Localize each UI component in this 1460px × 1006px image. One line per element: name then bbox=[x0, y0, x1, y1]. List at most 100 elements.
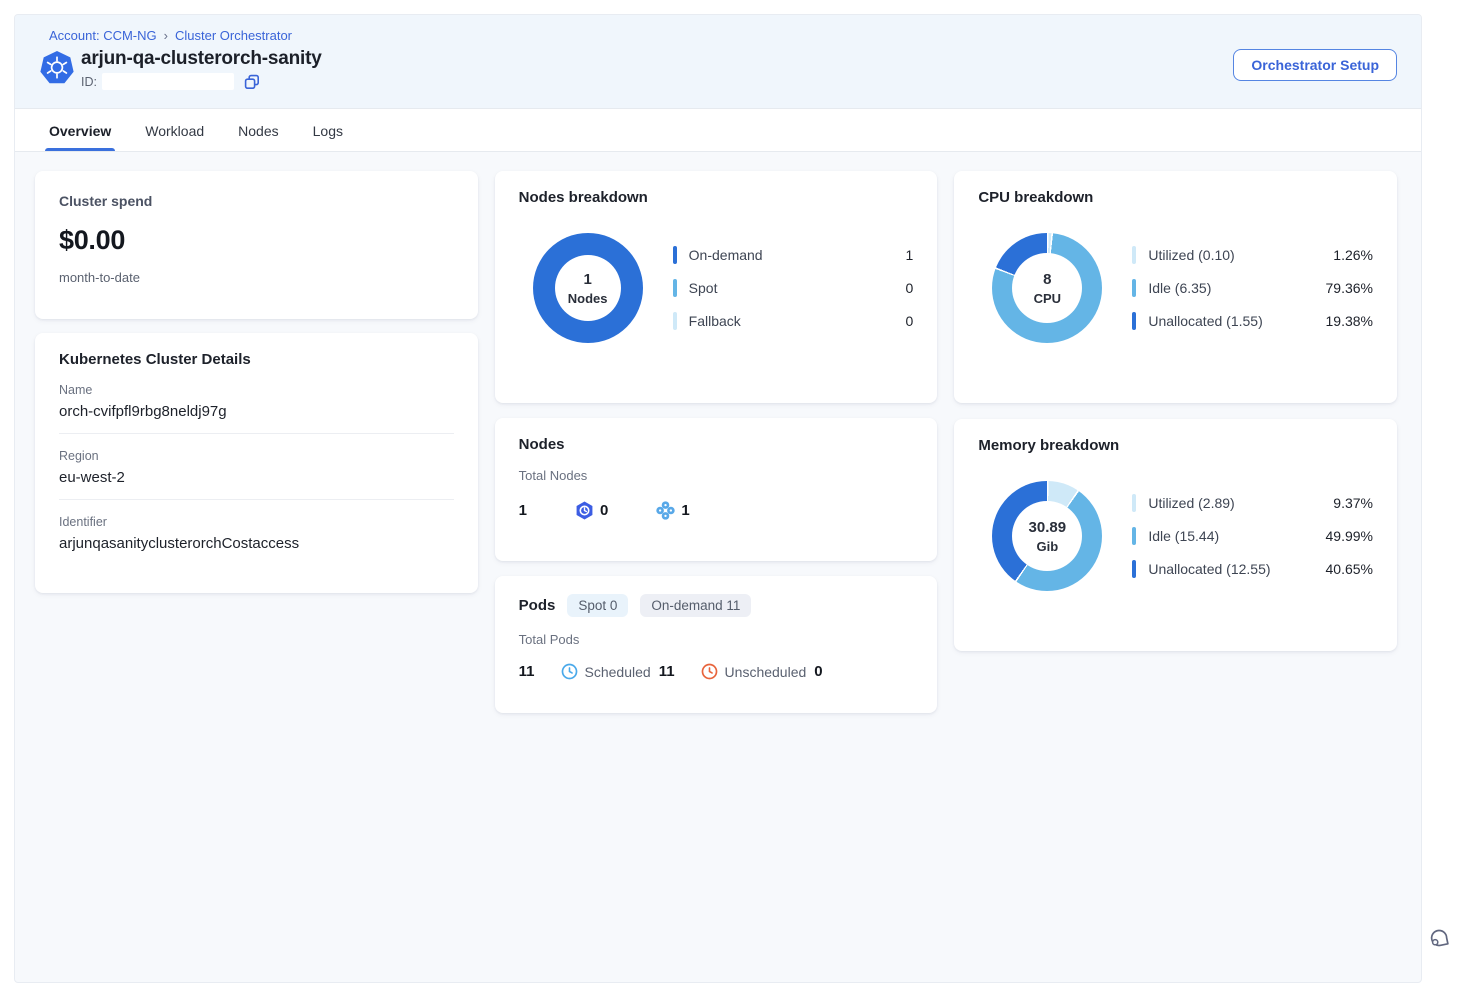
cluster-id-value bbox=[102, 73, 234, 90]
cpu-donut-center-value: 8 bbox=[1043, 271, 1051, 288]
cluster-spend-period: month-to-date bbox=[59, 270, 454, 285]
copy-id-button[interactable] bbox=[244, 74, 260, 90]
memory-breakdown-card: Memory breakdown 30.89 Gib Utilized (2.8… bbox=[954, 419, 1397, 651]
legend-value: 9.37% bbox=[1333, 495, 1373, 511]
tab-bar: Overview Workload Nodes Logs bbox=[15, 108, 1421, 152]
on-demand-nodes-value: 1 bbox=[681, 502, 689, 519]
nodes-donut-chart: 1 Nodes bbox=[533, 233, 643, 343]
nodes-card: Nodes Total Nodes 1 0 bbox=[495, 418, 938, 561]
nodes-card-title: Nodes bbox=[519, 436, 914, 453]
legend-label: Utilized (0.10) bbox=[1148, 247, 1234, 263]
memory-breakdown-title: Memory breakdown bbox=[978, 437, 1373, 454]
idle-marker bbox=[1132, 279, 1136, 297]
tab-overview[interactable]: Overview bbox=[49, 109, 111, 151]
legend-row-on-demand: On-demand 1 bbox=[673, 243, 914, 267]
legend-label: Idle (6.35) bbox=[1148, 280, 1211, 296]
breadcrumb-separator: › bbox=[164, 28, 168, 43]
spot-marker bbox=[673, 279, 677, 297]
spot-nodes-count: 0 bbox=[575, 501, 608, 520]
legend-label: Idle (15.44) bbox=[1148, 528, 1219, 544]
total-nodes-value: 1 bbox=[519, 502, 527, 519]
nodes-breakdown-card: Nodes breakdown 1 Nodes On-demand 1 bbox=[495, 171, 938, 403]
legend-value: 40.65% bbox=[1326, 561, 1373, 577]
tab-nodes[interactable]: Nodes bbox=[238, 109, 278, 151]
idle-marker bbox=[1132, 527, 1136, 545]
nodes-donut-center-value: 1 bbox=[583, 271, 591, 288]
legend-label: On-demand bbox=[689, 247, 763, 263]
cluster-name-value: orch-cvifpfl9rbg8neldj97g bbox=[59, 403, 454, 420]
legend-row-spot: Spot 0 bbox=[673, 276, 914, 300]
memory-donut-center-label: Gib bbox=[1036, 539, 1058, 554]
breadcrumb-account-link[interactable]: Account: CCM-NG bbox=[49, 28, 157, 43]
legend-label: Unallocated (12.55) bbox=[1148, 561, 1270, 577]
cluster-spend-amount: $0.00 bbox=[59, 225, 454, 256]
scheduled-clock-icon bbox=[561, 663, 578, 680]
legend-label: Fallback bbox=[689, 313, 741, 329]
total-nodes-label: Total Nodes bbox=[519, 468, 914, 483]
legend-value: 19.38% bbox=[1326, 313, 1373, 329]
legend-label: Spot bbox=[689, 280, 718, 296]
on-demand-node-icon bbox=[656, 501, 675, 520]
unscheduled-label: Unscheduled bbox=[725, 664, 807, 680]
legend-value: 1.26% bbox=[1333, 247, 1373, 263]
utilized-marker bbox=[1132, 494, 1136, 512]
legend-row-mem-utilized: Utilized (2.89) 9.37% bbox=[1132, 491, 1373, 515]
kubernetes-cluster-details-card: Kubernetes Cluster Details Name orch-cvi… bbox=[35, 333, 478, 593]
legend-row-mem-idle: Idle (15.44) 49.99% bbox=[1132, 524, 1373, 548]
breadcrumb: Account: CCM-NG › Cluster Orchestrator bbox=[49, 28, 1397, 43]
cpu-donut-chart: 8 CPU bbox=[992, 233, 1102, 343]
chat-help-button[interactable] bbox=[1427, 926, 1451, 955]
cluster-identifier-field: Identifier arjunqasanityclusterorchCosta… bbox=[59, 515, 454, 552]
nodes-breakdown-title: Nodes breakdown bbox=[519, 189, 914, 206]
unscheduled-value: 0 bbox=[814, 663, 822, 680]
cpu-breakdown-title: CPU breakdown bbox=[978, 189, 1373, 206]
scheduled-label: Scheduled bbox=[585, 664, 651, 680]
copy-icon bbox=[244, 74, 260, 90]
cpu-donut-center-label: CPU bbox=[1034, 291, 1061, 306]
pods-card: Pods Spot 0 On-demand 11 Total Pods 11 bbox=[495, 576, 938, 713]
on-demand-marker bbox=[673, 246, 677, 264]
cluster-region-value: eu-west-2 bbox=[59, 469, 454, 486]
legend-row-cpu-unallocated: Unallocated (1.55) 19.38% bbox=[1132, 309, 1373, 333]
spot-nodes-value: 0 bbox=[600, 502, 608, 519]
legend-row-cpu-idle: Idle (6.35) 79.36% bbox=[1132, 276, 1373, 300]
unscheduled-pods: Unscheduled 0 bbox=[701, 663, 823, 680]
legend-value: 0 bbox=[906, 280, 914, 296]
breadcrumb-cluster-orchestrator-link[interactable]: Cluster Orchestrator bbox=[175, 28, 292, 43]
legend-label: Utilized (2.89) bbox=[1148, 495, 1234, 511]
cluster-name-label: Name bbox=[59, 383, 454, 397]
legend-row-cpu-utilized: Utilized (0.10) 1.26% bbox=[1132, 243, 1373, 267]
legend-value: 49.99% bbox=[1326, 528, 1373, 544]
fallback-marker bbox=[673, 312, 677, 330]
on-demand-nodes-count: 1 bbox=[656, 501, 689, 520]
tab-logs[interactable]: Logs bbox=[313, 109, 343, 151]
kubernetes-icon bbox=[39, 50, 75, 86]
cluster-details-title: Kubernetes Cluster Details bbox=[59, 351, 454, 368]
cluster-id-label: ID: bbox=[81, 75, 97, 89]
legend-row-fallback: Fallback 0 bbox=[673, 309, 914, 333]
unallocated-marker bbox=[1132, 560, 1136, 578]
legend-value: 0 bbox=[906, 313, 914, 329]
scheduled-value: 11 bbox=[659, 663, 675, 680]
total-pods-value: 11 bbox=[519, 663, 535, 680]
unallocated-marker bbox=[1132, 312, 1136, 330]
orchestrator-setup-button[interactable]: Orchestrator Setup bbox=[1233, 49, 1397, 81]
memory-donut-chart: 30.89 Gib bbox=[992, 481, 1102, 591]
spot-node-icon bbox=[575, 501, 594, 520]
cluster-identifier-label: Identifier bbox=[59, 515, 454, 529]
cluster-spend-title: Cluster spend bbox=[59, 193, 454, 209]
cluster-orchestrator-page: Account: CCM-NG › Cluster Orchestrator arj… bbox=[14, 14, 1422, 983]
legend-value: 79.36% bbox=[1326, 280, 1373, 296]
tab-workload[interactable]: Workload bbox=[145, 109, 204, 151]
utilized-marker bbox=[1132, 246, 1136, 264]
chat-bubble-icon bbox=[1427, 926, 1451, 950]
pods-card-title: Pods bbox=[519, 597, 556, 614]
cluster-region-label: Region bbox=[59, 449, 454, 463]
cluster-name-field: Name orch-cvifpfl9rbg8neldj97g bbox=[59, 383, 454, 434]
scheduled-pods: Scheduled 11 bbox=[561, 663, 675, 680]
spot-pods-badge: Spot 0 bbox=[567, 594, 628, 617]
cluster-identifier-value: arjunqasanityclusterorchCostaccess bbox=[59, 535, 454, 552]
nodes-donut-center-label: Nodes bbox=[568, 291, 608, 306]
cluster-region-field: Region eu-west-2 bbox=[59, 449, 454, 500]
cluster-spend-card: Cluster spend $0.00 month-to-date bbox=[35, 171, 478, 319]
